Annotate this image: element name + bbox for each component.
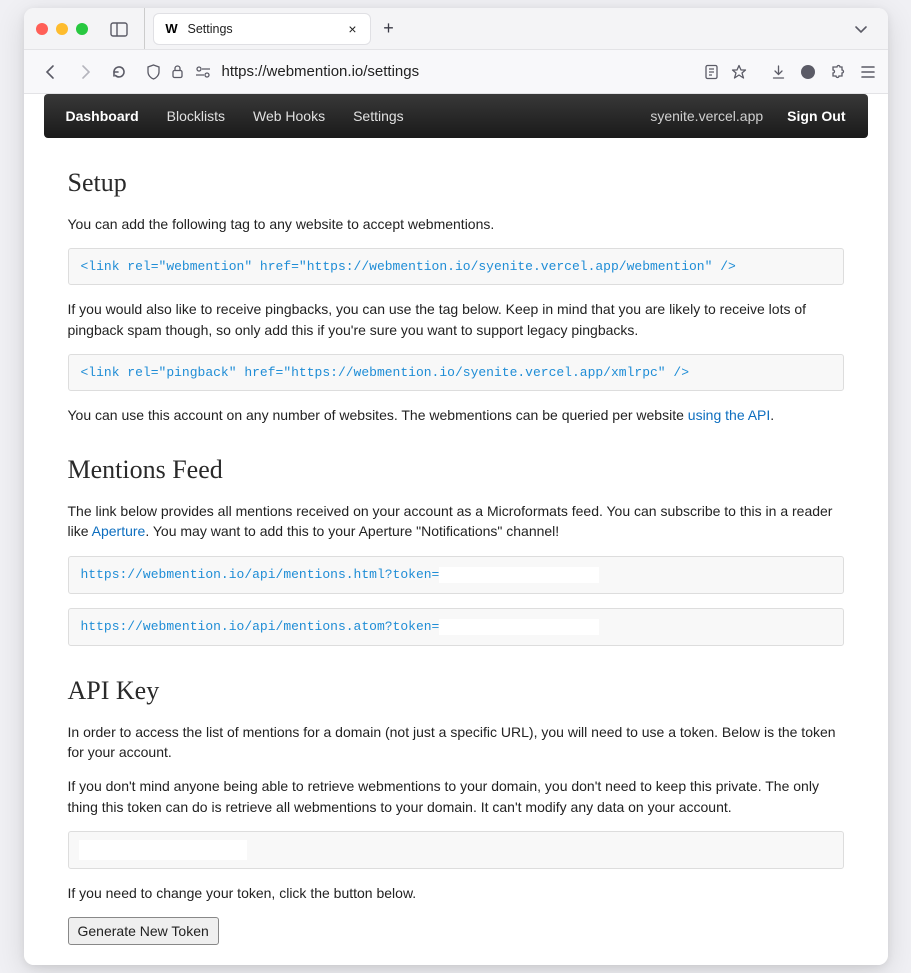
maximize-window-button[interactable] bbox=[76, 23, 88, 35]
setup-api-note: You can use this account on any number o… bbox=[68, 405, 844, 425]
sidebar-toggle-icon[interactable] bbox=[110, 22, 126, 36]
token-mask bbox=[439, 619, 599, 635]
nav-webhooks[interactable]: Web Hooks bbox=[253, 108, 325, 124]
security-icons bbox=[146, 64, 212, 80]
aperture-link[interactable]: Aperture bbox=[92, 523, 146, 539]
url-toolbar: https://webmention.io/settings bbox=[24, 50, 888, 94]
setup-intro: You can add the following tag to any web… bbox=[68, 214, 844, 234]
shield-icon[interactable] bbox=[146, 64, 161, 80]
token-mask bbox=[439, 567, 599, 583]
generate-token-button[interactable]: Generate New Token bbox=[68, 917, 219, 945]
bookmark-icon[interactable] bbox=[731, 64, 747, 80]
sign-out-link[interactable]: Sign Out bbox=[787, 108, 845, 124]
tab-list-dropdown-icon[interactable] bbox=[854, 24, 876, 34]
site-nav: Dashboard Blocklists Web Hooks Settings … bbox=[44, 94, 868, 138]
pingback-intro: If you would also like to receive pingba… bbox=[68, 299, 844, 340]
extensions-icon[interactable] bbox=[830, 64, 846, 80]
browser-window: W Settings × + bbox=[24, 8, 888, 965]
mentions-atom-url[interactable]: https://webmention.io/api/mentions.atom?… bbox=[68, 608, 844, 646]
api-key-p2: If you don't mind anyone being able to r… bbox=[68, 776, 844, 817]
nav-links: Dashboard Blocklists Web Hooks Settings bbox=[66, 108, 404, 124]
permissions-icon[interactable] bbox=[194, 65, 212, 79]
site-user-link[interactable]: syenite.vercel.app bbox=[650, 108, 763, 124]
setup-heading: Setup bbox=[68, 168, 844, 198]
api-token-box[interactable] bbox=[68, 831, 844, 869]
browser-tab[interactable]: W Settings × bbox=[153, 13, 371, 45]
api-key-heading: API Key bbox=[68, 676, 844, 706]
new-tab-button[interactable]: + bbox=[377, 18, 401, 39]
toolbar-right bbox=[771, 64, 876, 80]
nav-dashboard[interactable]: Dashboard bbox=[66, 108, 139, 124]
account-icon[interactable] bbox=[800, 64, 816, 80]
tab-title: Settings bbox=[188, 22, 338, 36]
api-key-p1: In order to access the list of mentions … bbox=[68, 722, 844, 763]
tab-favicon-icon: W bbox=[164, 21, 180, 37]
page-content: Dashboard Blocklists Web Hooks Settings … bbox=[24, 94, 888, 965]
nav-settings[interactable]: Settings bbox=[353, 108, 404, 124]
using-the-api-link[interactable]: using the API bbox=[688, 407, 771, 423]
close-tab-icon[interactable]: × bbox=[346, 21, 360, 37]
traffic-lights bbox=[36, 23, 88, 35]
nav-blocklists[interactable]: Blocklists bbox=[167, 108, 225, 124]
back-button[interactable] bbox=[36, 57, 66, 87]
mentions-feed-heading: Mentions Feed bbox=[68, 455, 844, 485]
api-key-p3: If you need to change your token, click … bbox=[68, 883, 844, 903]
reader-mode-icon[interactable] bbox=[704, 64, 719, 80]
mentions-html-url[interactable]: https://webmention.io/api/mentions.html?… bbox=[68, 556, 844, 594]
forward-button[interactable] bbox=[70, 57, 100, 87]
lock-icon[interactable] bbox=[171, 64, 184, 79]
minimize-window-button[interactable] bbox=[56, 23, 68, 35]
address-bar[interactable]: https://webmention.io/settings bbox=[146, 63, 747, 80]
url-text: https://webmention.io/settings bbox=[222, 63, 694, 80]
reload-button[interactable] bbox=[104, 57, 134, 87]
feed-intro: The link below provides all mentions rec… bbox=[68, 501, 844, 542]
pingback-link-code[interactable]: <link rel="pingback" href="https://webme… bbox=[68, 354, 844, 391]
nav-right: syenite.vercel.app Sign Out bbox=[650, 108, 845, 124]
webmention-link-code[interactable]: <link rel="webmention" href="https://web… bbox=[68, 248, 844, 285]
downloads-icon[interactable] bbox=[771, 64, 786, 80]
app-menu-icon[interactable] bbox=[860, 65, 876, 79]
url-right-icons bbox=[704, 64, 747, 80]
title-bar: W Settings × + bbox=[24, 8, 888, 50]
close-window-button[interactable] bbox=[36, 23, 48, 35]
tab-strip: W Settings × + bbox=[144, 8, 876, 49]
api-token-value bbox=[79, 840, 247, 860]
main-content: Setup You can add the following tag to a… bbox=[24, 168, 888, 965]
